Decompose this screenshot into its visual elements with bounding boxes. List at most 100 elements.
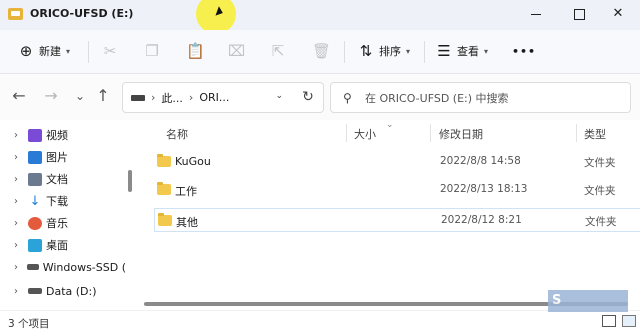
watermark-logo: S xyxy=(548,290,628,312)
sidebar-item-label: 视频 xyxy=(46,129,68,142)
view-button[interactable]: ☰ 查看 ▾ xyxy=(436,38,488,64)
back-arrow-icon[interactable]: ← xyxy=(10,88,28,104)
breadcrumb-separator: › xyxy=(151,91,156,104)
expand-chevron-icon[interactable]: › xyxy=(14,262,23,273)
refresh-icon[interactable]: ↻ xyxy=(299,89,317,105)
file-name: KuGou xyxy=(175,155,211,168)
forward-arrow-icon[interactable]: → xyxy=(42,88,60,104)
delete-button[interactable]: 🗑 xyxy=(312,38,331,64)
share-button[interactable]: ⇱ xyxy=(270,38,286,64)
scissors-icon: ✂ xyxy=(103,42,117,60)
drive-icon xyxy=(28,288,42,294)
sort-arrows-icon: ⇅ xyxy=(359,42,373,60)
file-date: 2022/8/8 14:58 xyxy=(440,155,521,167)
expand-chevron-icon[interactable]: › xyxy=(14,152,24,163)
new-button[interactable]: ⊕ 新建 ▾ xyxy=(18,38,70,64)
list-item[interactable]: 工作 2022/8/13 18:13 文件夹 xyxy=(154,178,640,202)
sidebar-item-music[interactable]: › 音乐 xyxy=(0,212,126,234)
address-row: ← → ⌄ ↑ › 此... › ORI... ⌄ ↻ ⚲ xyxy=(0,74,640,120)
file-name: 工作 xyxy=(175,185,197,198)
column-divider[interactable] xyxy=(346,124,347,142)
sidebar-item-data-d[interactable]: › Data (D:) xyxy=(0,280,126,302)
expand-chevron-icon[interactable]: › xyxy=(14,240,24,251)
status-bar: 3 个项目 xyxy=(0,310,640,331)
paste-button[interactable]: 📋 xyxy=(186,38,205,64)
folder-app-icon xyxy=(8,8,23,20)
sort-button[interactable]: ⇅ 排序 ▾ xyxy=(358,38,410,64)
drive-icon xyxy=(131,94,145,101)
picture-icon xyxy=(28,150,42,164)
download-icon: ↓ xyxy=(29,193,41,209)
search-box[interactable]: ⚲ xyxy=(330,82,631,113)
folder-icon xyxy=(157,182,171,195)
list-item[interactable]: 其他 2022/8/12 8:21 文件夹 xyxy=(154,208,640,232)
maximize-button[interactable] xyxy=(567,4,591,24)
command-bar: ⊕ 新建 ▾ ✂ ❐ 📋 ⌧ ⇱ 🗑 ⇅ 排序 ▾ ☰ 查看 ▾ ••• xyxy=(0,30,640,74)
music-icon xyxy=(28,216,42,230)
column-divider[interactable] xyxy=(576,124,577,142)
file-type: 文件夹 xyxy=(584,185,616,197)
sidebar-item-documents[interactable]: › 文档 xyxy=(0,168,126,190)
folder-icon xyxy=(157,154,171,167)
navigation-pane: › 视频 › 图片 › 文档 › ↓ 下载 › 音乐 › 桌面 › Window… xyxy=(0,120,136,310)
desktop-icon xyxy=(28,238,42,252)
file-name: 其他 xyxy=(176,216,198,229)
column-header-type[interactable]: 类型 xyxy=(584,126,606,142)
sidebar-item-pictures[interactable]: › 图片 xyxy=(0,146,126,168)
address-dropdown-icon[interactable]: ⌄ xyxy=(275,91,283,101)
toolbar-divider xyxy=(88,41,89,63)
breadcrumb-this-pc[interactable]: 此... xyxy=(161,90,183,106)
chevron-down-icon: ▾ xyxy=(66,46,71,56)
breadcrumb-drive[interactable]: ORI... xyxy=(199,91,229,104)
column-header-name[interactable]: 名称 xyxy=(166,126,188,142)
toolbar-divider xyxy=(344,41,345,63)
sidebar-item-desktop[interactable]: › 桌面 xyxy=(0,234,126,256)
search-input[interactable] xyxy=(365,90,620,106)
view-label: 查看 xyxy=(457,45,479,58)
copy-button[interactable]: ❐ xyxy=(144,38,160,64)
chevron-down-icon: ▾ xyxy=(406,46,411,56)
expand-chevron-icon[interactable]: › xyxy=(14,174,24,185)
close-button[interactable]: ✕ xyxy=(606,4,630,24)
sidebar-item-label: 图片 xyxy=(46,151,68,164)
expand-chevron-icon[interactable]: › xyxy=(14,130,24,141)
list-item[interactable]: KuGou 2022/8/8 14:58 文件夹 xyxy=(154,150,640,174)
address-bar[interactable]: › 此... › ORI... ⌄ ↻ xyxy=(122,82,324,113)
sidebar-item-videos[interactable]: › 视频 xyxy=(0,124,126,146)
sort-caret-icon: ⌄ xyxy=(386,120,394,130)
sidebar-scrollbar[interactable] xyxy=(128,170,132,192)
new-label: 新建 xyxy=(39,45,61,58)
sidebar-item-label: 音乐 xyxy=(46,217,68,230)
sidebar-item-label: 文档 xyxy=(46,173,68,186)
recent-chevron-icon[interactable]: ⌄ xyxy=(71,88,89,104)
file-list: ⌄ 名称 大小 修改日期 类型 KuGou 2022/8/8 14:58 文件夹… xyxy=(136,120,640,310)
minimize-button[interactable] xyxy=(524,4,548,24)
file-type: 文件夹 xyxy=(585,216,617,228)
column-header-size[interactable]: 大小 xyxy=(354,126,376,142)
sidebar-item-windows-ssd[interactable]: › Windows-SSD ( xyxy=(0,256,126,278)
item-count: 3 个项目 xyxy=(8,318,50,330)
column-divider[interactable] xyxy=(430,124,431,142)
folder-icon xyxy=(158,213,172,226)
column-header-modified[interactable]: 修改日期 xyxy=(439,126,483,142)
clipboard-icon: 📋 xyxy=(186,42,205,60)
sidebar-item-label: Data (D:) xyxy=(46,284,97,298)
details-view-icon[interactable] xyxy=(602,315,616,327)
more-button[interactable]: ••• xyxy=(512,38,536,64)
expand-chevron-icon[interactable]: › xyxy=(14,286,24,297)
file-date: 2022/8/12 8:21 xyxy=(441,214,522,226)
expand-chevron-icon[interactable]: › xyxy=(14,218,24,229)
toolbar-divider xyxy=(424,41,425,63)
tiles-view-icon[interactable] xyxy=(622,315,636,327)
window-title: ORICO-UFSD (E:) xyxy=(30,7,134,20)
cut-button[interactable]: ✂ xyxy=(102,38,118,64)
title-bar: ORICO-UFSD (E:) ✕ xyxy=(0,0,640,34)
rename-button[interactable]: ⌧ xyxy=(228,38,245,64)
share-icon: ⇱ xyxy=(271,42,285,60)
cursor-highlight xyxy=(196,0,236,34)
sidebar-item-downloads[interactable]: › ↓ 下载 xyxy=(0,190,126,212)
drive-icon xyxy=(26,264,39,270)
expand-chevron-icon[interactable]: › xyxy=(14,196,24,207)
plus-circle-icon: ⊕ xyxy=(19,42,33,60)
up-arrow-icon[interactable]: ↑ xyxy=(94,88,112,104)
